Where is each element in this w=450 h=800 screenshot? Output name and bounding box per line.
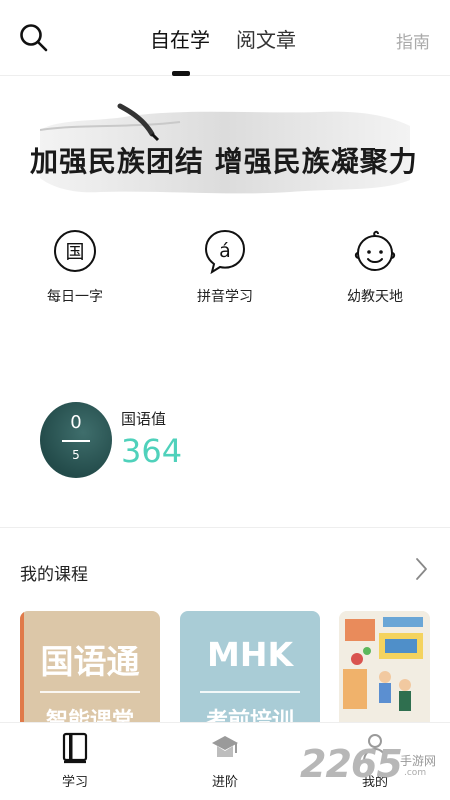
- course-carousel: 国语通 智能课堂 MHK 考前培训: [0, 611, 450, 723]
- nav-advanced[interactable]: 进阶: [150, 723, 300, 800]
- watermark-number: 2265: [300, 742, 403, 786]
- nav-label: 进阶: [211, 775, 238, 790]
- fraction-line: [62, 440, 90, 442]
- score-numerator: 0: [70, 412, 82, 433]
- shortcut-label: 幼教天地: [347, 289, 403, 305]
- course-title: MHK: [206, 635, 294, 674]
- children-illustration: [339, 611, 430, 723]
- watermark-text: 手游网: [400, 754, 437, 768]
- book-icon: [62, 732, 88, 764]
- score-denominator: 5: [72, 448, 80, 462]
- course-card-illustrated[interactable]: [339, 611, 430, 723]
- card-divider: [200, 691, 300, 693]
- shortcut-daily-character[interactable]: 国 每日一字: [0, 228, 150, 306]
- my-courses-title: 我的课程: [20, 565, 88, 585]
- nav-study[interactable]: 学习: [0, 723, 150, 800]
- guide-link[interactable]: 指南: [396, 28, 430, 53]
- score-value: 364: [121, 432, 183, 470]
- shortcut-row: 国 每日一字 á 拼音学习 幼教天地: [0, 228, 450, 306]
- course-title: 国语通: [40, 642, 140, 681]
- course-card-mhk[interactable]: MHK 考前培训: [180, 611, 320, 723]
- section-divider: [0, 527, 450, 528]
- shortcut-label: 每日一字: [47, 289, 103, 305]
- top-tabs: 自在学 阅文章: [150, 24, 296, 76]
- svg-text:国: 国: [65, 241, 84, 263]
- nav-label: 学习: [61, 775, 88, 790]
- shortcut-label: 拼音学习: [197, 289, 253, 305]
- shortcut-preschool[interactable]: 幼教天地: [300, 228, 450, 306]
- course-subtitle: 智能课堂: [45, 709, 134, 723]
- site-watermark: 2265 手游网 .com: [300, 742, 446, 790]
- course-subtitle: 考前培训: [205, 709, 294, 723]
- active-tab-indicator: [172, 71, 190, 76]
- child-face-icon: [354, 230, 396, 271]
- graduation-cap-icon: [212, 736, 238, 757]
- card-divider: [40, 691, 140, 693]
- course-card-guoyutong[interactable]: 国语通 智能课堂: [20, 611, 160, 723]
- tab-zizaixue[interactable]: 自在学: [150, 24, 210, 60]
- score-label: 国语值: [121, 410, 167, 428]
- pinyin-bubble-icon: á: [204, 229, 246, 274]
- top-header: 自在学 阅文章 指南: [0, 0, 450, 76]
- watermark-domain: .com: [404, 768, 427, 778]
- banner-slogan: 加强民族团结 增强民族凝聚力: [30, 145, 418, 178]
- shortcut-pinyin[interactable]: á 拼音学习: [150, 228, 300, 306]
- score-progress-badge[interactable]: 0 5: [40, 402, 112, 478]
- chevron-right-icon: [416, 558, 427, 580]
- guo-character-icon: 国: [54, 230, 96, 272]
- tab-yuewenzhang[interactable]: 阅文章: [236, 24, 296, 60]
- search-icon: [20, 24, 48, 52]
- courses-more-button[interactable]: [412, 556, 430, 582]
- search-button[interactable]: [18, 22, 50, 54]
- svg-text:á: á: [219, 240, 231, 262]
